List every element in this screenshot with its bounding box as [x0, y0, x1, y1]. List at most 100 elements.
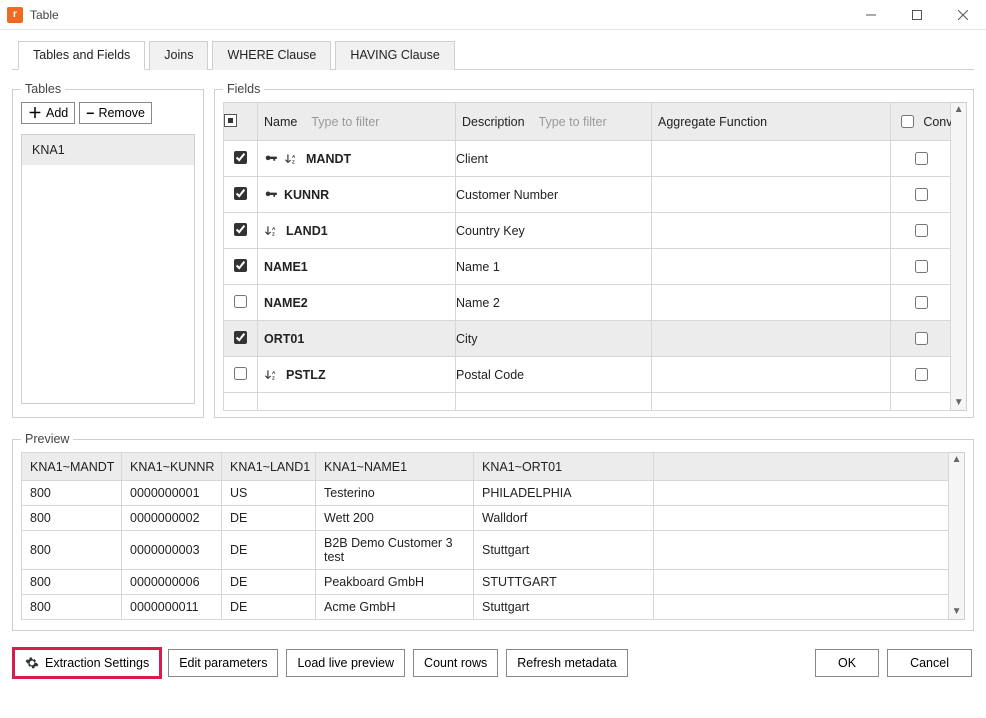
preview-cell — [654, 570, 949, 595]
aggregate-cell[interactable] — [652, 141, 891, 177]
table-row[interactable]: NAME1Name 1 — [224, 249, 951, 285]
conv-checkbox[interactable] — [915, 332, 928, 345]
preview-cell: DE — [222, 595, 316, 620]
field-description: City — [456, 332, 478, 346]
preview-legend: Preview — [21, 432, 73, 446]
field-description: Postal Code — [456, 368, 524, 382]
conv-checkbox[interactable] — [915, 152, 928, 165]
fields-panel: Fields Name — [214, 82, 974, 418]
tab-tables-and-fields[interactable]: Tables and Fields — [18, 41, 145, 70]
edit-parameters-button[interactable]: Edit parameters — [168, 649, 278, 677]
table-row[interactable]: 8000000000002DEWett 200Walldorf — [22, 506, 949, 531]
name-filter-input[interactable] — [309, 114, 474, 130]
scroll-up-icon[interactable]: ▲ — [954, 105, 964, 115]
scroll-down-icon[interactable]: ▼ — [954, 398, 964, 408]
table-row[interactable]: 8000000000011DEAcme GmbHStuttgart — [22, 595, 949, 620]
tab-where-clause[interactable]: WHERE Clause — [212, 41, 331, 70]
row-select-checkbox[interactable] — [234, 367, 247, 380]
button-label: Load live preview — [297, 656, 394, 670]
column-header-conv[interactable]: Conv. — [923, 115, 955, 129]
svg-text:Z: Z — [272, 375, 275, 380]
remove-table-button[interactable]: − Remove — [79, 102, 152, 124]
preview-cell: B2B Demo Customer 3 test — [316, 531, 474, 570]
preview-cell: 0000000002 — [122, 506, 222, 531]
close-button[interactable] — [940, 0, 986, 30]
conv-checkbox[interactable] — [915, 368, 928, 381]
maximize-button[interactable] — [894, 0, 940, 30]
preview-cell: 800 — [22, 595, 122, 620]
conv-checkbox[interactable] — [915, 260, 928, 273]
field-name: MANDT — [306, 152, 351, 166]
minus-icon: − — [86, 106, 94, 120]
preview-cell: Peakboard GmbH — [316, 570, 474, 595]
aggregate-cell[interactable] — [652, 357, 891, 393]
table-row[interactable]: 8000000000001USTesterinoPHILADELPHIA — [22, 481, 949, 506]
table-row[interactable]: AZPSTLZPostal Code — [224, 357, 951, 393]
preview-column-header[interactable]: KNA1~LAND1 — [222, 453, 316, 481]
column-header-description[interactable]: Description — [462, 115, 525, 129]
preview-column-header[interactable]: KNA1~KUNNR — [122, 453, 222, 481]
preview-column-header[interactable] — [654, 453, 949, 481]
table-row[interactable]: AZMANDTClient — [224, 141, 951, 177]
tables-list[interactable]: KNA1 — [21, 134, 195, 404]
preview-scrollbar[interactable]: ▲ ▼ — [949, 452, 965, 620]
row-select-checkbox[interactable] — [234, 187, 247, 200]
scroll-up-icon[interactable]: ▲ — [952, 455, 962, 465]
preview-panel: Preview KNA1~MANDTKNA1~KUNNRKNA1~LAND1KN… — [12, 432, 974, 631]
preview-column-header[interactable]: KNA1~MANDT — [22, 453, 122, 481]
preview-cell: Wett 200 — [316, 506, 474, 531]
aggregate-cell[interactable] — [652, 177, 891, 213]
svg-text:Z: Z — [292, 159, 295, 164]
preview-cell — [654, 531, 949, 570]
row-select-checkbox[interactable] — [234, 331, 247, 344]
table-row[interactable]: AZLAND1Country Key — [224, 213, 951, 249]
preview-cell: Testerino — [316, 481, 474, 506]
row-select-checkbox[interactable] — [234, 259, 247, 272]
tab-label: Joins — [164, 48, 193, 62]
row-select-checkbox[interactable] — [234, 295, 247, 308]
conv-checkbox[interactable] — [915, 188, 928, 201]
scroll-down-icon[interactable]: ▼ — [952, 607, 962, 617]
select-all-checkbox[interactable] — [224, 114, 237, 127]
list-item[interactable]: KNA1 — [22, 135, 194, 165]
tab-having-clause[interactable]: HAVING Clause — [335, 41, 454, 70]
fields-scrollbar[interactable]: ▲ ▼ — [951, 102, 967, 411]
count-rows-button[interactable]: Count rows — [413, 649, 498, 677]
load-live-preview-button[interactable]: Load live preview — [286, 649, 405, 677]
preview-cell: Stuttgart — [474, 531, 654, 570]
table-row[interactable]: ORT01City — [224, 321, 951, 357]
column-header-name[interactable]: Name — [264, 115, 297, 129]
tab-joins[interactable]: Joins — [149, 41, 208, 70]
conv-checkbox[interactable] — [915, 296, 928, 309]
conv-header-checkbox[interactable] — [901, 115, 914, 128]
aggregate-cell[interactable] — [652, 285, 891, 321]
conv-checkbox[interactable] — [915, 224, 928, 237]
gear-icon — [25, 656, 39, 670]
extraction-settings-button[interactable]: Extraction Settings — [14, 649, 160, 677]
button-label: OK — [838, 656, 856, 670]
table-row[interactable]: 8000000000003DEB2B Demo Customer 3 testS… — [22, 531, 949, 570]
window-title: Table — [30, 8, 59, 22]
column-header-aggregate[interactable]: Aggregate Function — [658, 115, 767, 129]
aggregate-cell[interactable] — [652, 249, 891, 285]
button-label: Refresh metadata — [517, 656, 616, 670]
table-row[interactable]: 8000000000006DEPeakboard GmbHSTUTTGART — [22, 570, 949, 595]
aggregate-cell[interactable] — [652, 213, 891, 249]
add-table-button[interactable]: ＋ Add — [21, 102, 75, 124]
preview-column-header[interactable]: KNA1~ORT01 — [474, 453, 654, 481]
minimize-button[interactable] — [848, 0, 894, 30]
button-label: Remove — [98, 106, 145, 120]
table-row — [224, 393, 951, 411]
button-label: Count rows — [424, 656, 487, 670]
svg-text:A: A — [292, 153, 296, 158]
preview-cell: 0000000003 — [122, 531, 222, 570]
row-select-checkbox[interactable] — [234, 223, 247, 236]
refresh-metadata-button[interactable]: Refresh metadata — [506, 649, 627, 677]
preview-column-header[interactable]: KNA1~NAME1 — [316, 453, 474, 481]
row-select-checkbox[interactable] — [234, 151, 247, 164]
ok-button[interactable]: OK — [815, 649, 879, 677]
cancel-button[interactable]: Cancel — [887, 649, 972, 677]
aggregate-cell[interactable] — [652, 321, 891, 357]
table-row[interactable]: KUNNRCustomer Number — [224, 177, 951, 213]
table-row[interactable]: NAME2Name 2 — [224, 285, 951, 321]
